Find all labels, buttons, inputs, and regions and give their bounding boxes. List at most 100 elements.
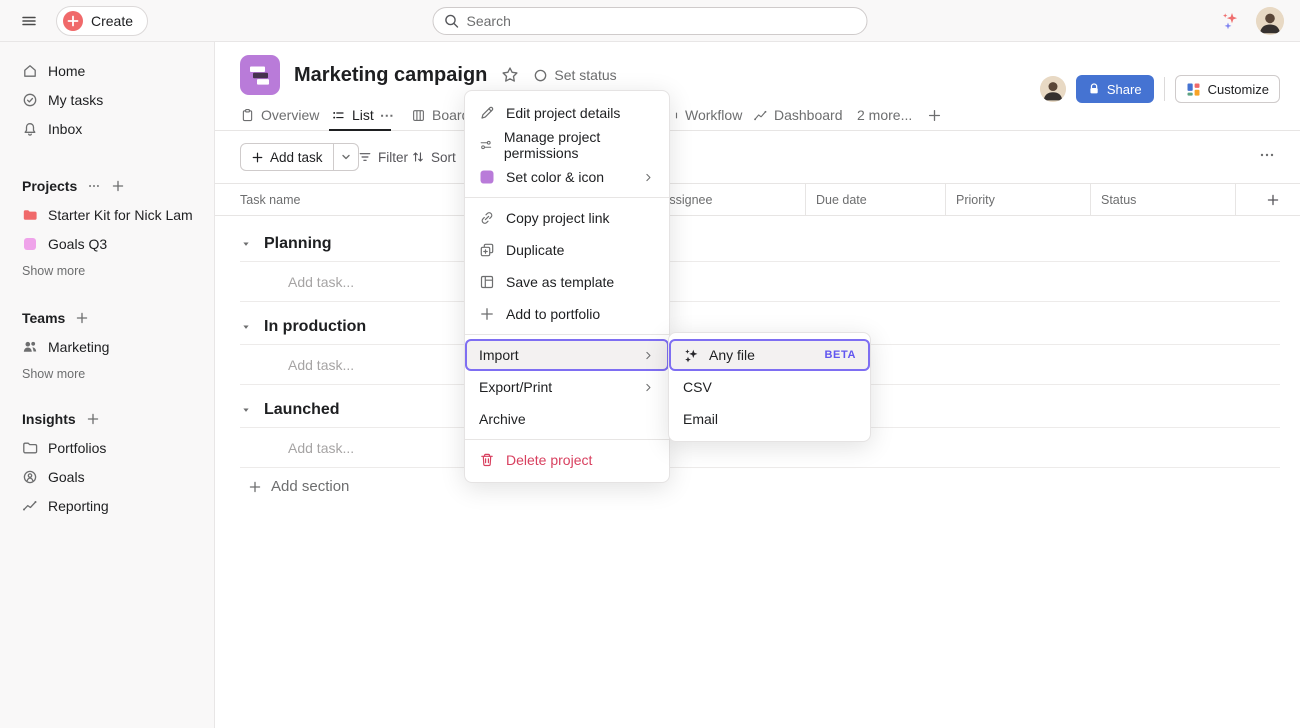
chevron-right-icon [642,381,655,394]
ai-assistant-button[interactable] [1220,10,1242,32]
sidebar-team-marketing[interactable]: Marketing [0,332,214,361]
sort-button[interactable]: Sort [411,143,456,171]
menu-item-label: Add to portfolio [506,306,600,322]
create-button[interactable]: Create [56,6,148,36]
sidebar-item-reporting[interactable]: Reporting [0,491,214,520]
view-tabs: Overview List ⋯ Board Workflow Dashboard… [215,100,1300,131]
sidebar-toggle-button[interactable] [16,9,42,33]
chevron-right-icon [642,349,655,362]
tab-list-options-icon[interactable]: ⋯ [380,107,395,124]
add-insight-icon[interactable] [86,412,100,426]
tab-label: Workflow [685,107,742,123]
submenu-item-email[interactable]: Email [669,403,870,435]
project-header: Marketing campaign Set status [240,55,617,95]
view-options-button[interactable] [1259,147,1275,163]
favorite-star-button[interactable] [501,66,519,84]
menu-item-save-as-template[interactable]: Save as template [465,266,669,298]
add-task-row[interactable]: Add task... [240,262,1280,302]
menu-item-archive[interactable]: Archive [465,403,669,435]
customize-button[interactable]: Customize [1175,75,1280,103]
page-title: Marketing campaign [294,64,487,87]
add-column-button[interactable] [1235,184,1300,215]
sidebar-project-goals-q3[interactable]: Goals Q3 [0,229,214,258]
collapse-caret-icon[interactable] [240,321,252,333]
column-header-due-date[interactable]: Due date [805,184,945,215]
project-icon[interactable] [240,55,280,95]
add-project-icon[interactable] [111,179,125,193]
dashboard-chart-icon [753,108,768,123]
user-avatar[interactable] [1256,7,1284,35]
insight-label: Portfolios [48,440,106,456]
filter-button[interactable]: Filter [358,143,408,171]
filter-icon [358,150,372,164]
menu-item-label: Import [479,347,519,363]
column-header-task-name[interactable]: Task name [240,184,300,215]
set-status-button[interactable]: Set status [533,67,616,83]
chevron-down-icon [341,152,351,162]
column-header-priority[interactable]: Priority [945,184,1090,215]
add-task-dropdown-button[interactable] [333,144,358,170]
projects-show-more[interactable]: Show more [0,258,214,284]
add-view-button[interactable] [927,100,942,130]
tab-more[interactable]: 2 more... [857,100,912,130]
share-button[interactable]: Share [1076,75,1154,103]
menu-item-label: Manage project permissions [504,129,655,161]
teams-section-header: Teams [0,304,214,332]
projects-more-icon[interactable] [87,179,101,193]
plus-icon [927,108,942,123]
menu-item-copy-project-link[interactable]: Copy project link [465,202,669,234]
sidebar-item-portfolios[interactable]: Portfolios [0,433,214,462]
list-icon [331,108,346,123]
sidebar: Home My tasks Inbox Projects Starter Kit… [0,42,215,728]
menu-item-add-to-portfolio[interactable]: Add to portfolio [465,298,669,330]
sidebar-item-goals[interactable]: Goals [0,462,214,491]
submenu-item-any-file[interactable]: Any file BETA [669,339,870,371]
menu-item-delete-project[interactable]: Delete project [465,444,669,476]
menu-item-import[interactable]: Import [465,339,669,371]
table-header: Task name Assignee Due date Priority Sta… [215,183,1300,216]
sidebar-item-home[interactable]: Home [0,56,214,85]
sidebar-item-inbox[interactable]: Inbox [0,114,214,143]
trash-icon [479,452,495,468]
header-actions: Share Customize [1040,75,1280,103]
column-header-assignee[interactable]: Assignee [650,184,805,215]
menu-item-edit-project-details[interactable]: Edit project details [465,97,669,129]
member-avatar-photo [1040,76,1066,102]
submenu-item-csv[interactable]: CSV [669,371,870,403]
sidebar-project-starter-kit[interactable]: Starter Kit for Nick Lam [0,200,214,229]
submenu-item-label: Any file [709,347,755,363]
tab-board[interactable]: Board [411,100,469,130]
project-label: Starter Kit for Nick Lam [48,207,193,223]
tab-list[interactable]: List ⋯ [331,100,395,130]
teams-show-more[interactable]: Show more [0,361,214,387]
add-section-button[interactable]: Add section [240,478,349,495]
collapse-caret-icon[interactable] [240,404,252,416]
menu-item-export-print[interactable]: Export/Print [465,371,669,403]
section-name[interactable]: Planning [264,235,332,253]
search-input[interactable] [467,13,857,29]
add-team-icon[interactable] [75,311,89,325]
section-name[interactable]: In production [264,318,366,336]
topbar: Create [0,0,1300,42]
section-name[interactable]: Launched [264,401,340,419]
add-task-button[interactable]: Add task [241,144,333,170]
sidebar-item-my-tasks[interactable]: My tasks [0,85,214,114]
tab-workflow[interactable]: Workflow [674,100,742,130]
insight-label: Reporting [48,498,109,514]
set-status-label: Set status [554,67,616,83]
column-header-status[interactable]: Status [1090,184,1235,215]
member-avatar[interactable] [1040,76,1066,102]
tab-overview[interactable]: Overview [240,100,319,130]
menu-item-duplicate[interactable]: Duplicate [465,234,669,266]
lock-icon [1088,82,1101,96]
tab-dashboard[interactable]: Dashboard [753,100,843,130]
project-label: Goals Q3 [48,236,107,252]
ellipsis-icon [1259,147,1275,163]
duplicate-icon [479,242,495,258]
search-bar[interactable] [433,7,868,35]
collapse-caret-icon[interactable] [240,238,252,250]
menu-item-manage-permissions[interactable]: Manage project permissions [465,129,669,161]
menu-item-set-color-icon[interactable]: Set color & icon [465,161,669,193]
plus-icon [248,480,262,494]
overview-clipboard-icon [240,108,255,123]
